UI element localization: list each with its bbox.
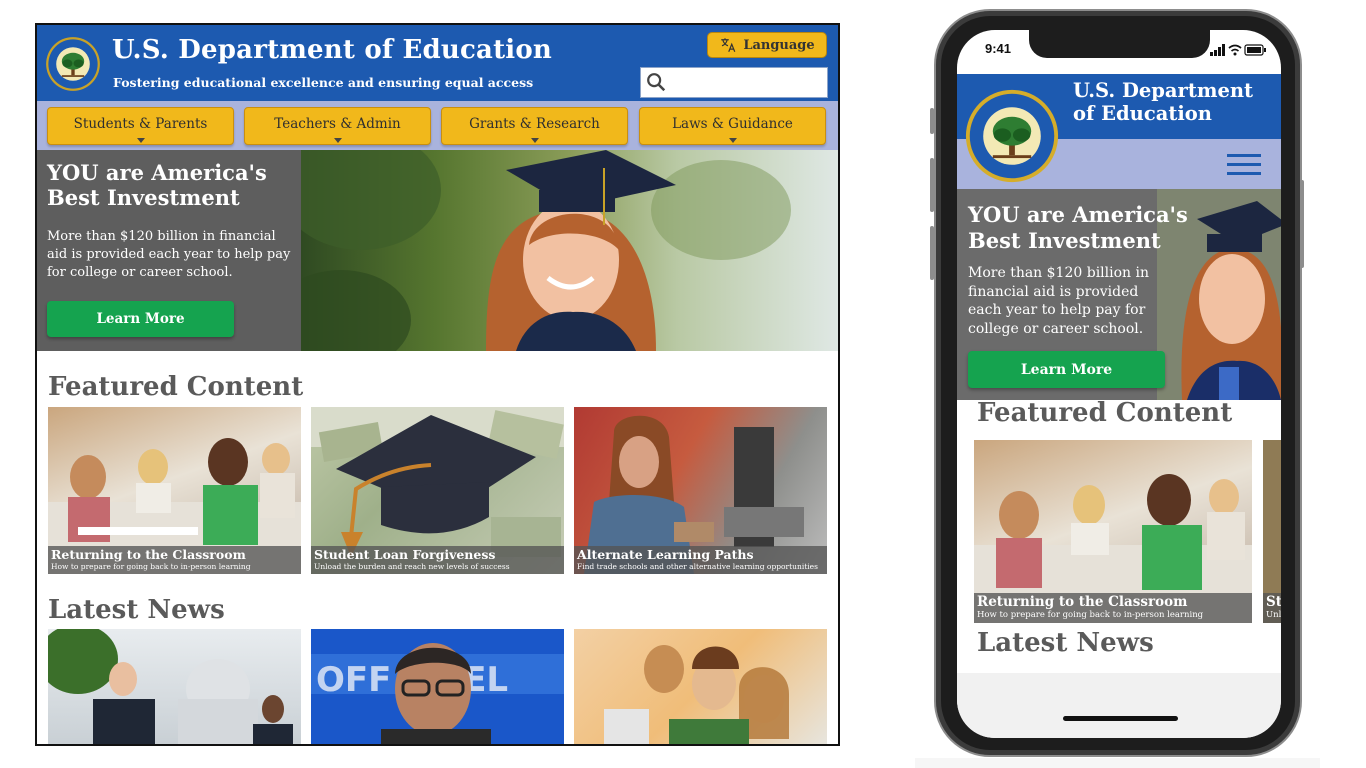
capitol-press-photo <box>48 629 293 744</box>
hero-banner: YOU are America's Best Investment More t… <box>37 150 838 351</box>
language-button[interactable]: Language <box>707 32 827 58</box>
mobile-mockup: 9:41 U.S. Department of Education YOU ar… <box>934 9 1302 757</box>
signal-icon <box>1210 44 1225 56</box>
card-subtitle: How to prepare for going back to in-pers… <box>51 562 251 571</box>
card-title: Returning to the Classroom <box>977 594 1188 610</box>
mobile-learn-more-button[interactable]: Learn More <box>968 351 1165 388</box>
nav-grants-research[interactable]: Grants & Research <box>441 107 628 145</box>
news-card-cardona[interactable]: OFF CE EL <box>311 629 564 744</box>
main-nav: Students & Parents Teachers & Admin Gran… <box>37 101 838 150</box>
card-caption: Returning to the Classroom How to prepar… <box>48 546 301 574</box>
education-seal-icon[interactable] <box>964 88 1060 184</box>
mobile-featured-heading: Featured Content <box>977 398 1233 428</box>
card-subtitle: Unload the burden and reach new levels o… <box>314 562 510 571</box>
card-caption: Alternate Learning Paths Find trade scho… <box>574 546 827 574</box>
card-caption: Student Loan Forgiveness Unload the burd… <box>311 546 564 574</box>
news-card-students[interactable] <box>574 629 827 744</box>
desktop-mockup: U.S. Department of Education Fostering e… <box>35 23 840 746</box>
card-title: Alternate Learning Paths <box>577 547 754 562</box>
site-header: U.S. Department of Education Fostering e… <box>37 25 838 101</box>
mobile-hero-heading: YOU are America's Best Investment <box>968 202 1188 253</box>
featured-heading: Featured Content <box>48 372 304 402</box>
mobile-feature-card[interactable]: Returning to the Classroom How to prepar… <box>974 440 1252 623</box>
status-time: 9:41 <box>985 41 1012 56</box>
caret-down-icon <box>530 138 539 143</box>
hero-graduate-photo <box>301 150 838 351</box>
nav-laws-guidance[interactable]: Laws & Guidance <box>639 107 826 145</box>
card-title: Student Loan Forgiveness <box>314 547 496 562</box>
phone-reflection <box>915 758 1320 768</box>
site-tagline: Fostering educational excellence and ens… <box>113 75 534 90</box>
mobile-news-placeholder <box>957 673 1281 738</box>
language-label: Language <box>743 37 815 53</box>
search-input[interactable] <box>640 67 828 98</box>
search-icon <box>647 73 666 92</box>
feature-card-loan-forgiveness[interactable]: Student Loan Forgiveness Unload the burd… <box>311 407 564 574</box>
students-photo <box>604 645 789 744</box>
nav-label: Teachers & Admin <box>274 116 401 132</box>
card-caption: St Unl <box>1263 593 1281 623</box>
hero-text-panel: YOU are America's Best Investment More t… <box>37 150 301 351</box>
phone-screen: 9:41 U.S. Department of Education YOU ar… <box>957 30 1281 738</box>
caret-down-icon <box>728 138 737 143</box>
nav-students-parents[interactable]: Students & Parents <box>47 107 234 145</box>
nav-label: Students & Parents <box>73 116 208 132</box>
card-title: Returning to the Classroom <box>51 547 246 562</box>
card-subtitle: Unl <box>1266 610 1281 620</box>
mobile-latest-news-heading: Latest News <box>977 628 1154 658</box>
site-title[interactable]: U.S. Department of Education <box>112 35 552 65</box>
phone-notch <box>1029 30 1210 58</box>
mobile-hero-body: More than $120 billion in financial aid … <box>968 265 1149 337</box>
nav-label: Grants & Research <box>469 116 600 132</box>
caret-down-icon <box>136 138 145 143</box>
mobile-site-title[interactable]: U.S. Department of Education <box>1073 79 1273 125</box>
home-indicator[interactable] <box>1063 716 1178 721</box>
hero-heading: YOU are America's Best Investment <box>47 160 267 210</box>
learn-more-button[interactable]: Learn More <box>47 301 234 337</box>
card-subtitle: Find trade schools and other alternative… <box>577 562 818 571</box>
mobile-hero: YOU are America's Best Investment More t… <box>957 189 1281 400</box>
feature-card-returning-classroom[interactable]: Returning to the Classroom How to prepar… <box>48 407 301 574</box>
nav-teachers-admin[interactable]: Teachers & Admin <box>244 107 431 145</box>
news-card-capitol[interactable] <box>48 629 301 744</box>
wifi-icon <box>1228 44 1242 56</box>
hamburger-menu-icon[interactable] <box>1227 154 1261 176</box>
battery-icon <box>1244 44 1266 56</box>
secretary-photo: OFF CE EL <box>311 643 564 744</box>
hero-body: More than $120 billion in financial aid … <box>47 229 291 280</box>
card-caption: Returning to the Classroom How to prepar… <box>974 593 1252 623</box>
caret-down-icon <box>333 138 342 143</box>
translate-icon <box>721 38 736 52</box>
status-icons <box>1210 44 1266 56</box>
feature-card-alternate-learning[interactable]: Alternate Learning Paths Find trade scho… <box>574 407 827 574</box>
nav-label: Laws & Guidance <box>672 116 793 132</box>
education-seal-icon[interactable] <box>45 36 101 92</box>
card-title: St <box>1266 594 1281 610</box>
latest-news-heading: Latest News <box>48 595 225 625</box>
mobile-feature-card-partial[interactable]: St Unl <box>1263 440 1281 623</box>
card-subtitle: How to prepare for going back to in-pers… <box>977 610 1204 620</box>
